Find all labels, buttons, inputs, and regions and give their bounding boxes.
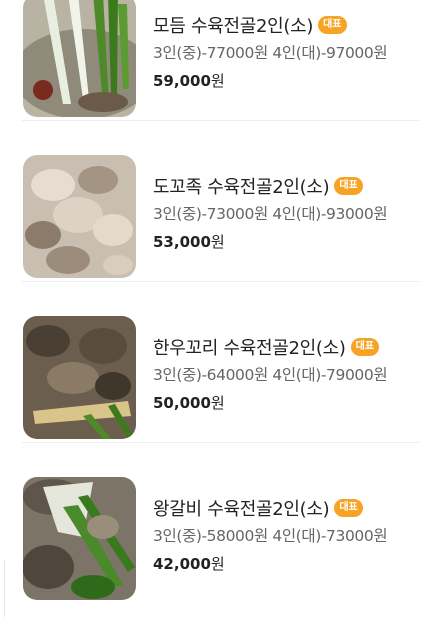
menu-list: 모듬 수육전골2인(소) 대표 3인(중)-77000원 4인(대)-97000… <box>0 0 434 604</box>
menu-price: 53,000원 <box>153 231 413 252</box>
menu-description: 3인(중)-77000원 4인(대)-97000원 <box>153 44 388 62</box>
menu-price: 59,000원 <box>153 70 413 91</box>
price-value: 53,000 <box>153 233 211 251</box>
menu-name: 한우꼬리 수육전골2인(소) <box>153 338 346 359</box>
price-unit: 원 <box>210 72 225 90</box>
menu-item[interactable]: 도꼬족 수육전골2인(소) 대표 3인(중)-73000원 4인(대)-9300… <box>22 121 420 282</box>
signature-badge: 대표 <box>318 16 347 34</box>
menu-name: 도꼬족 수육전골2인(소) <box>153 177 330 198</box>
menu-photo <box>23 477 136 600</box>
menu-description: 3인(중)-64000원 4인(대)-79000원 <box>153 366 388 384</box>
signature-badge: 대표 <box>350 338 380 356</box>
price-unit: 원 <box>210 555 225 573</box>
menu-photo <box>23 0 136 117</box>
menu-photo <box>23 316 136 439</box>
menu-name: 모듬 수육전골2인(소) <box>153 16 314 37</box>
signature-badge: 대표 <box>334 177 363 195</box>
menu-item[interactable]: 한우꼬리 수육전골2인(소) 대표 3인(중)-64000원 4인(대)-790… <box>22 282 420 443</box>
menu-name: 왕갈비 수육전골2인(소) <box>153 499 330 520</box>
menu-price: 42,000원 <box>153 553 413 574</box>
price-value: 50,000 <box>153 394 211 412</box>
menu-item[interactable]: 왕갈비 수육전골2인(소) 대표 3인(중)-58000원 4인(대)-7300… <box>22 443 420 604</box>
price-value: 42,000 <box>153 555 211 573</box>
menu-item[interactable]: 모듬 수육전골2인(소) 대표 3인(중)-77000원 4인(대)-97000… <box>22 0 420 121</box>
menu-price: 50,000원 <box>153 392 413 413</box>
signature-badge: 대표 <box>334 499 363 517</box>
menu-description: 3인(중)-73000원 4인(대)-93000원 <box>153 205 388 223</box>
price-unit: 원 <box>210 233 225 251</box>
menu-photo <box>23 155 136 278</box>
menu-description: 3인(중)-58000원 4인(대)-73000원 <box>153 527 388 545</box>
price-value: 59,000 <box>153 72 211 90</box>
price-unit: 원 <box>210 394 225 412</box>
